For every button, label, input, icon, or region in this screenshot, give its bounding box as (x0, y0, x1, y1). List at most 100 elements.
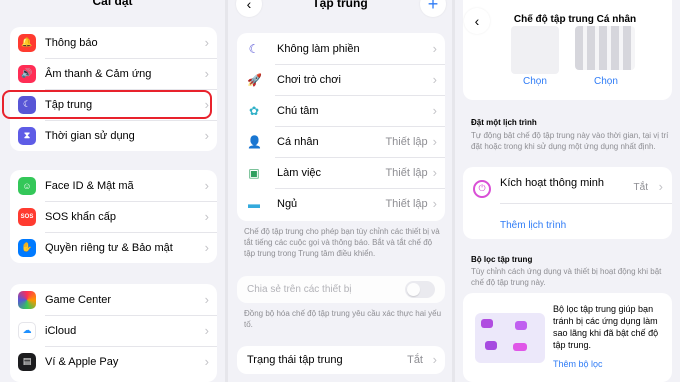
row-label: iCloud (45, 324, 77, 337)
chevron-right-icon: › (432, 134, 437, 149)
add-focus-button[interactable]: + (420, 0, 446, 17)
focus-mode-work[interactable]: ▣ Làm việc Thiết lập › (237, 157, 445, 188)
settings-row-game-center[interactable]: Game Center › (10, 284, 217, 315)
focus-mode-do-not-disturb[interactable]: ☾ Không làm phiền › (237, 33, 445, 64)
filter-section-title: Bộ lọc tập trung (471, 255, 533, 264)
chevron-right-icon: › (204, 209, 209, 224)
settings-group-2: ☺ Face ID & Mật mã › SOS SOS khẩn cấp › … (10, 170, 217, 263)
focus-panel: ‹ Tập trung + ☾ Không làm phiền › 🚀 Chơi… (228, 0, 452, 382)
chevron-right-icon: › (658, 179, 663, 194)
chevron-right-icon: › (204, 354, 209, 369)
add-schedule-link[interactable]: Thêm lịch trình (500, 220, 566, 231)
row-label: Âm thanh & Cảm ứng (45, 67, 152, 80)
schedule-section-title: Đặt một lịch trình (471, 118, 537, 127)
share-across-devices-row[interactable]: Chia sẻ trên các thiết bị (237, 276, 445, 303)
mode-value: Thiết lập (385, 135, 428, 148)
personal-title: Chế độ tập trung Cá nhân (513, 14, 637, 25)
smart-activation-value: Tắt (633, 182, 648, 193)
mode-label: Chơi trò chơi (277, 73, 341, 86)
chevron-right-icon: › (432, 196, 437, 211)
row-label: Face ID & Mật mã (45, 179, 134, 192)
chevron-right-icon: › (204, 292, 209, 307)
filter-card: Bộ lọc tập trung giúp bạn tránh bị các ứ… (463, 293, 672, 382)
mode-label: Không làm phiền (277, 42, 360, 55)
focus-mode-gaming[interactable]: 🚀 Chơi trò chơi › (237, 64, 445, 95)
mode-label: Chú tâm (277, 104, 319, 117)
chevron-right-icon: › (432, 41, 437, 56)
focus-status-row[interactable]: Trạng thái tập trung Tắt › (237, 346, 445, 374)
focus-modes-note: Chế độ tập trung cho phép bạn tùy chỉnh … (244, 227, 440, 258)
lock-screen-preview (511, 26, 559, 74)
home-screen-preview (575, 26, 635, 70)
share-note: Đồng bộ hóa chế độ tập trung yêu cầu xác… (244, 309, 442, 329)
chevron-right-icon: › (432, 103, 437, 118)
sos-icon: SOS (18, 207, 36, 226)
smart-activation-label[interactable]: Kích hoạt thông minh (500, 177, 604, 189)
row-label: Thời gian sử dụng (45, 129, 135, 142)
choose-home-screen-link[interactable]: Chọn (594, 76, 618, 87)
back-button[interactable]: ‹ (464, 8, 490, 34)
focus-modes-list: ☾ Không làm phiền › 🚀 Chơi trò chơi › ✿ … (237, 33, 445, 221)
row-label: SOS khẩn cấp (45, 210, 116, 223)
hand-icon: ✋ (18, 238, 36, 257)
settings-title: Cài đặt (92, 0, 133, 8)
chevron-right-icon: › (204, 128, 209, 143)
row-label: Thông báo (45, 36, 98, 49)
chevron-right-icon: › (204, 178, 209, 193)
personal-focus-panel: Chọn Chọn ‹ Chế độ tập trung Cá nhân Đặt… (455, 0, 680, 382)
row-label: Game Center (45, 293, 112, 306)
settings-group-3: Game Center › ☁ iCloud › ▤ Ví & Apple Pa… (10, 284, 217, 382)
mode-value: Thiết lập (385, 166, 428, 179)
rocket-icon: 🚀 (247, 72, 262, 87)
settings-row-screen-time[interactable]: ⧗ Thời gian sử dụng › (10, 120, 217, 151)
app-icon (515, 321, 527, 330)
focus-mode-mindfulness[interactable]: ✿ Chú tâm › (237, 95, 445, 126)
plus-icon: + (427, 0, 439, 14)
mode-label: Cá nhân (277, 135, 319, 148)
choose-lock-screen-link[interactable]: Chọn (523, 76, 547, 87)
chevron-right-icon: › (204, 240, 209, 255)
settings-row-notifications[interactable]: 🔔 Thông báo › (10, 27, 217, 58)
mode-label: Làm việc (277, 166, 322, 179)
person-icon: 👤 (247, 134, 262, 149)
chevron-left-icon: ‹ (474, 13, 480, 29)
chevron-right-icon: › (432, 72, 437, 87)
status-value: Tắt (407, 354, 423, 366)
chevron-right-icon: › (432, 165, 437, 180)
filter-card-text: Bộ lọc tập trung giúp bạn tránh bị các ứ… (553, 304, 659, 350)
add-filter-link[interactable]: Thêm bộ lọc (553, 359, 603, 369)
settings-row-face-id[interactable]: ☺ Face ID & Mật mã › (10, 170, 217, 201)
settings-row-sounds[interactable]: 🔊 Âm thanh & Cảm ứng › (10, 58, 217, 89)
mode-label: Ngủ (277, 197, 298, 210)
settings-row-icloud[interactable]: ☁ iCloud › (10, 315, 217, 346)
share-label: Chia sẻ trên các thiết bị (247, 284, 352, 295)
flower-icon: ✿ (248, 103, 260, 118)
settings-panel: Cài đặt 🔔 Thông báo › 🔊 Âm thanh & Cảm ứ… (0, 0, 225, 382)
chevron-right-icon: › (432, 352, 437, 367)
chevron-right-icon: › (204, 66, 209, 81)
game-center-icon (18, 290, 36, 309)
focus-mode-sleep[interactable]: ▬ Ngủ Thiết lập › (237, 188, 445, 219)
schedule-card: ⏻ Kích hoạt thông minh Tắt › Thêm lịch t… (463, 167, 672, 239)
separator (500, 203, 672, 204)
focus-title: Tập trung (312, 0, 368, 10)
speaker-icon: 🔊 (18, 64, 36, 83)
settings-row-privacy[interactable]: ✋ Quyền riêng tư & Bảo mật › (10, 232, 217, 263)
bed-icon: ▬ (248, 196, 260, 211)
status-label: Trạng thái tập trung (247, 354, 343, 366)
settings-group-1: 🔔 Thông báo › 🔊 Âm thanh & Cảm ứng › ☾ T… (10, 27, 217, 151)
chevron-right-icon: › (204, 323, 209, 338)
share-toggle[interactable] (405, 281, 435, 298)
wallet-icon: ▤ (18, 352, 36, 371)
face-id-icon: ☺ (18, 176, 36, 195)
moon-icon: ☾ (248, 41, 260, 56)
settings-row-wallet[interactable]: ▤ Ví & Apple Pay › (10, 346, 217, 377)
focus-highlight-box (2, 90, 212, 119)
row-label: Ví & Apple Pay (45, 355, 119, 368)
chevron-right-icon: › (204, 35, 209, 50)
settings-row-sos[interactable]: SOS SOS khẩn cấp › (10, 201, 217, 232)
focus-mode-personal[interactable]: 👤 Cá nhân Thiết lập › (237, 126, 445, 157)
cloud-icon: ☁ (18, 321, 36, 340)
hourglass-icon: ⧗ (18, 126, 36, 145)
app-icon (481, 319, 493, 328)
